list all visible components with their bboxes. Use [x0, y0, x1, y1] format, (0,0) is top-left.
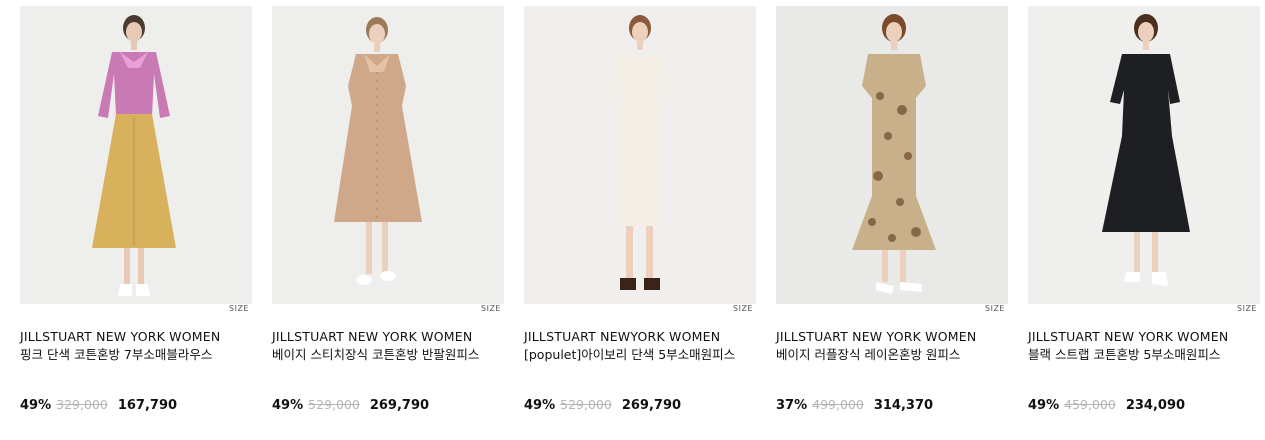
product-image[interactable]: [524, 6, 756, 304]
original-price: 529,000: [308, 397, 360, 412]
product-card[interactable]: SIZE JILLSTUART NEW YORK WOMEN 베이지 스티치장식…: [272, 0, 504, 415]
size-label[interactable]: SIZE: [481, 304, 501, 314]
product-card[interactable]: SIZE JILLSTUART NEWYORK WOMEN [populet]아…: [524, 0, 756, 415]
product-brand: JILLSTUART NEW YORK WOMEN: [1028, 329, 1229, 344]
price-row: 49% 529,000 269,790: [272, 396, 504, 415]
product-image[interactable]: [1028, 6, 1260, 304]
product-brand: JILLSTUART NEWYORK WOMEN: [524, 329, 721, 344]
product-image[interactable]: [776, 6, 1008, 304]
discount-rate: 49%: [272, 398, 304, 413]
model-photo: [20, 6, 252, 304]
price-row: 49% 459,000 234,090: [1028, 396, 1260, 415]
price-row: 49% 529,000 269,790: [524, 396, 756, 415]
sale-price: 167,790: [117, 398, 178, 413]
product-name[interactable]: 베이지 러플장식 레이온혼방 원피스: [776, 346, 991, 382]
original-price: 499,000: [812, 397, 864, 412]
product-card[interactable]: SIZE JILLSTUART NEW YORK WOMEN 블랙 스트랩 코튼…: [1028, 0, 1260, 415]
product-name[interactable]: 핑크 단색 코튼혼방 7부소매블라우스: [20, 346, 235, 382]
discount-rate: 37%: [776, 398, 808, 413]
product-name[interactable]: 블랙 스트랩 코튼혼방 5부소매원피스: [1028, 346, 1243, 382]
sale-price: 234,090: [1125, 398, 1186, 413]
product-image[interactable]: [20, 6, 252, 304]
product-brand: JILLSTUART NEW YORK WOMEN: [272, 329, 473, 344]
size-label[interactable]: SIZE: [1237, 304, 1257, 314]
product-name[interactable]: [populet]아이보리 단색 5부소매원피스: [524, 346, 739, 382]
product-brand: JILLSTUART NEW YORK WOMEN: [20, 329, 221, 344]
discount-rate: 49%: [1028, 398, 1060, 413]
original-price: 529,000: [560, 397, 612, 412]
discount-rate: 49%: [20, 398, 52, 413]
model-photo: [776, 6, 1008, 304]
size-label[interactable]: SIZE: [229, 304, 249, 314]
sale-price: 269,790: [621, 398, 682, 413]
sale-price: 269,790: [369, 398, 430, 413]
product-brand: JILLSTUART NEW YORK WOMEN: [776, 329, 977, 344]
product-name[interactable]: 베이지 스티치장식 코튼혼방 반팔원피스: [272, 346, 487, 382]
price-row: 49% 329,000 167,790: [20, 396, 252, 415]
discount-rate: 49%: [524, 398, 556, 413]
size-label[interactable]: SIZE: [985, 304, 1005, 314]
sale-price: 314,370: [873, 398, 934, 413]
size-label[interactable]: SIZE: [733, 304, 753, 314]
original-price: 329,000: [56, 397, 108, 412]
model-photo: [524, 6, 756, 304]
product-card[interactable]: SIZE JILLSTUART NEW YORK WOMEN 핑크 단색 코튼혼…: [20, 0, 252, 415]
product-image[interactable]: [272, 6, 504, 304]
product-grid: SIZE JILLSTUART NEW YORK WOMEN 핑크 단색 코튼혼…: [0, 0, 1265, 440]
model-photo: [1028, 6, 1260, 304]
model-photo: [272, 6, 504, 304]
original-price: 459,000: [1064, 397, 1116, 412]
price-row: 37% 499,000 314,370: [776, 396, 1008, 415]
product-card[interactable]: SIZE JILLSTUART NEW YORK WOMEN 베이지 러플장식 …: [776, 0, 1008, 415]
